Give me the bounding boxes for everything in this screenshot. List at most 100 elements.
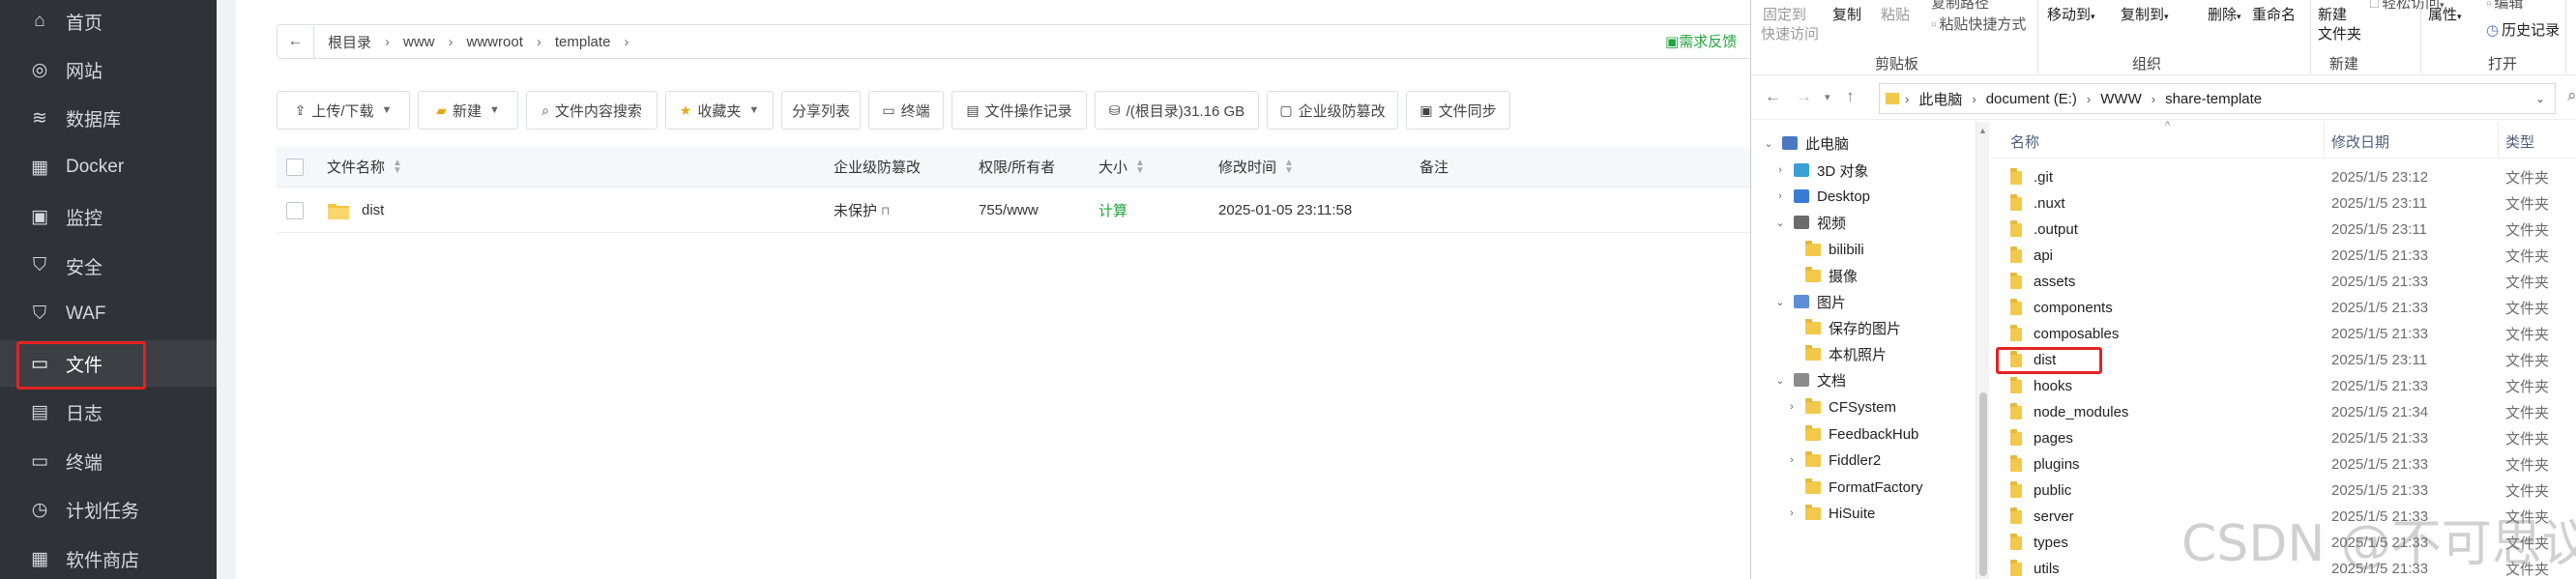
column-name-header[interactable]: 名称 bbox=[2010, 131, 2039, 152]
sidebar-item-10[interactable]: ◷ 计划任务 bbox=[0, 486, 217, 533]
feedback-link[interactable]: ▣需求反馈 bbox=[1665, 31, 1737, 51]
address-part[interactable]: document (E:) bbox=[1986, 91, 2077, 107]
chevron-right-icon[interactable]: › bbox=[1784, 401, 1800, 413]
new-button[interactable]: ▰ 新建 ▼ bbox=[418, 91, 518, 130]
copy-to-button[interactable]: 复制到▾ bbox=[2121, 4, 2169, 24]
scroll-up-icon[interactable]: ▲ bbox=[1978, 126, 1987, 135]
forward-arrow-icon[interactable]: → bbox=[1796, 87, 1812, 106]
list-item[interactable]: .output 2025/1/5 23:11 文件夹 bbox=[1991, 217, 2576, 243]
sidebar-item-0[interactable]: ⌂ 首页 bbox=[0, 0, 217, 44]
tree-item[interactable]: › Desktop bbox=[1772, 183, 1870, 210]
tree-item[interactable]: › Fiddler2 bbox=[1784, 447, 1881, 474]
path-bar[interactable]: ← 根目录 › www › wwwroot › template › bbox=[277, 24, 1882, 59]
move-to-button[interactable]: 移动到▾ bbox=[2047, 4, 2095, 24]
recent-chevron-icon[interactable]: ▾ bbox=[1825, 91, 1830, 103]
address-bar[interactable]: › 此电脑 › document (E:) › WWW › share-template ⌄ bbox=[1879, 83, 2556, 114]
breadcrumb-item[interactable]: wwwroot › bbox=[467, 34, 542, 50]
tree-item[interactable]: ⌄ 此电脑 bbox=[1761, 130, 1849, 157]
history-button[interactable]: ◷ 历史记录 bbox=[2486, 19, 2560, 40]
column-type-header[interactable]: 类型 bbox=[2505, 131, 2534, 152]
disk-button[interactable]: ⛁ /(根目录)31.16 GB bbox=[1095, 91, 1259, 130]
list-item[interactable]: .git 2025/1/5 23:12 文件夹 bbox=[1991, 164, 2576, 190]
tree-item[interactable]: FormatFactory bbox=[1784, 474, 1923, 501]
chevron-right-icon[interactable]: › bbox=[1784, 507, 1800, 519]
list-item[interactable]: composables 2025/1/5 21:33 文件夹 bbox=[1991, 321, 2576, 347]
sidebar-item-8[interactable]: ▤ 日志 bbox=[0, 389, 217, 435]
sidebar-item-11[interactable]: ▦ 软件商店 bbox=[0, 536, 217, 579]
favorites-button[interactable]: ★ 收藏夹 ▼ bbox=[665, 91, 774, 130]
column-date-header[interactable]: 修改日期 bbox=[2331, 131, 2389, 152]
chevron-right-icon[interactable]: › bbox=[1784, 454, 1800, 466]
pin-to-quick-access-button[interactable]: 固定到 bbox=[1763, 4, 1806, 24]
scrollbar-thumb[interactable] bbox=[1979, 392, 1987, 576]
sidebar-item-9[interactable]: ▭ 终端 bbox=[0, 438, 217, 484]
search-icon[interactable]: ⌕ bbox=[2567, 86, 2576, 105]
protect-status-cell[interactable]: 未保护 ⊓ bbox=[834, 188, 890, 232]
select-all-checkbox[interactable] bbox=[286, 158, 304, 176]
tree-scrollbar[interactable]: ▲ bbox=[1976, 122, 1989, 579]
share-list-button[interactable]: 分享列表 bbox=[781, 91, 861, 130]
upload-download-button[interactable]: ⇪ 上传/下载 ▼ bbox=[277, 91, 410, 130]
chevron-down-icon[interactable]: ⌄ bbox=[1772, 296, 1788, 308]
copy-path-button[interactable]: 复制路径 bbox=[1931, 0, 1989, 13]
address-dropdown-icon[interactable]: ⌄ bbox=[2535, 92, 2545, 105]
column-name-header[interactable]: 文件名称 ▲ ▼ bbox=[327, 147, 402, 187]
sidebar-item-1[interactable]: ◎ 网站 bbox=[0, 46, 217, 93]
operation-log-button[interactable]: ▤ 文件操作记录 bbox=[951, 91, 1087, 130]
tree-item[interactable]: › HiSuite bbox=[1784, 500, 1875, 527]
content-search-button[interactable]: ⌕ 文件内容搜索 bbox=[526, 91, 658, 130]
tree-item[interactable]: › 3D 对象 bbox=[1772, 157, 1868, 184]
tree-item[interactable]: ⌄ 图片 bbox=[1772, 288, 1846, 315]
back-arrow-icon[interactable]: ← bbox=[278, 25, 314, 58]
up-arrow-icon[interactable]: ↑ bbox=[1846, 87, 1855, 106]
tree-item[interactable]: 本机照片 bbox=[1784, 340, 1887, 367]
size-compute-link[interactable]: 计算 bbox=[1098, 188, 1127, 232]
column-size-header[interactable]: 大小 ▲ ▼ bbox=[1098, 147, 1145, 187]
file-name-cell[interactable]: dist bbox=[327, 188, 384, 232]
list-item[interactable]: pages 2025/1/5 21:33 文件夹 bbox=[1991, 425, 2576, 451]
sidebar-item-4[interactable]: ▣ 监控 bbox=[0, 193, 217, 240]
tree-item[interactable]: FeedbackHub bbox=[1784, 420, 1918, 448]
new-folder-button[interactable]: 新建 bbox=[2318, 4, 2347, 24]
paste-button[interactable]: 粘贴 bbox=[1881, 4, 1910, 24]
new-folder-button-line2[interactable]: 文件夹 bbox=[2318, 23, 2361, 43]
chevron-down-icon[interactable]: ⌄ bbox=[1761, 137, 1776, 150]
delete-button[interactable]: 删除▾ bbox=[2208, 4, 2241, 24]
list-item[interactable]: hooks 2025/1/5 21:33 文件夹 bbox=[1991, 373, 2576, 399]
address-part[interactable]: WWW bbox=[2100, 91, 2141, 107]
sidebar-item-5[interactable]: ⛉ 安全 bbox=[0, 243, 217, 289]
row-checkbox[interactable] bbox=[286, 201, 304, 219]
list-item[interactable]: .nuxt 2025/1/5 23:11 文件夹 bbox=[1991, 190, 2576, 217]
tree-item[interactable]: ⌄ 视频 bbox=[1772, 209, 1846, 236]
tree-item[interactable]: 保存的图片 bbox=[1784, 314, 1901, 341]
tree-item[interactable]: 摄像 bbox=[1784, 262, 1858, 289]
tree-item[interactable]: bilibili bbox=[1784, 236, 1864, 263]
properties-button[interactable]: 属性▾ bbox=[2428, 4, 2462, 24]
breadcrumb-item[interactable]: 根目录 › bbox=[328, 32, 390, 52]
table-row[interactable]: dist 未保护 ⊓ 755/www 计算 2025-01-05 23:11:58 bbox=[277, 188, 1770, 233]
breadcrumb-item[interactable]: template › bbox=[555, 34, 629, 50]
column-mtime-header[interactable]: 修改时间 ▲ ▼ bbox=[1218, 147, 1294, 187]
chevron-right-icon[interactable]: › bbox=[1772, 190, 1788, 202]
permission-cell[interactable]: 755/www bbox=[979, 188, 1039, 232]
paste-shortcut-button[interactable]: ▫粘贴快捷方式 bbox=[1931, 14, 2026, 34]
tree-item[interactable]: › CFSystem bbox=[1784, 393, 1896, 420]
address-part[interactable]: 此电脑 bbox=[1918, 89, 1962, 109]
chevron-down-icon[interactable]: ⌄ bbox=[1772, 217, 1788, 229]
copy-button[interactable]: 复制 bbox=[1832, 4, 1861, 24]
rename-button[interactable]: 重命名 bbox=[2252, 4, 2296, 24]
list-item[interactable]: api 2025/1/5 21:33 文件夹 bbox=[1991, 243, 2576, 269]
list-item[interactable]: node_modules 2025/1/5 21:34 文件夹 bbox=[1991, 399, 2576, 425]
list-item[interactable]: public 2025/1/5 21:33 文件夹 bbox=[1991, 478, 2576, 504]
edit-button[interactable]: ▫ 编辑 bbox=[2486, 0, 2523, 13]
sidebar-item-2[interactable]: ≋ 数据库 bbox=[0, 95, 217, 141]
back-arrow-icon[interactable]: ← bbox=[1765, 87, 1781, 106]
sidebar-item-3[interactable]: ▦ Docker bbox=[0, 144, 217, 190]
chevron-right-icon[interactable]: › bbox=[1772, 164, 1788, 176]
tamper-protect-button[interactable]: ▢ 企业级防篡改 bbox=[1267, 91, 1398, 130]
list-item[interactable]: plugins 2025/1/5 21:33 文件夹 bbox=[1991, 451, 2576, 478]
tree-item[interactable]: ⌄ 文档 bbox=[1772, 366, 1846, 393]
terminal-button[interactable]: ▭ 终端 bbox=[868, 91, 944, 130]
list-item[interactable]: components 2025/1/5 21:33 文件夹 bbox=[1991, 295, 2576, 321]
breadcrumb-item[interactable]: www › bbox=[403, 34, 454, 50]
